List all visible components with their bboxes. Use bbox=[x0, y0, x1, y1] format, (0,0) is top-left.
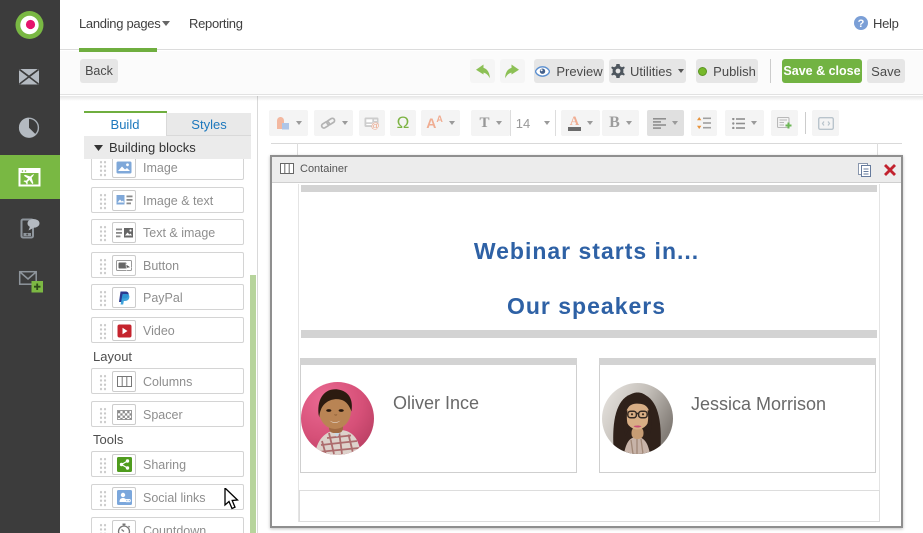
svg-text:?: ? bbox=[858, 18, 865, 30]
svg-text:@: @ bbox=[371, 120, 380, 129]
